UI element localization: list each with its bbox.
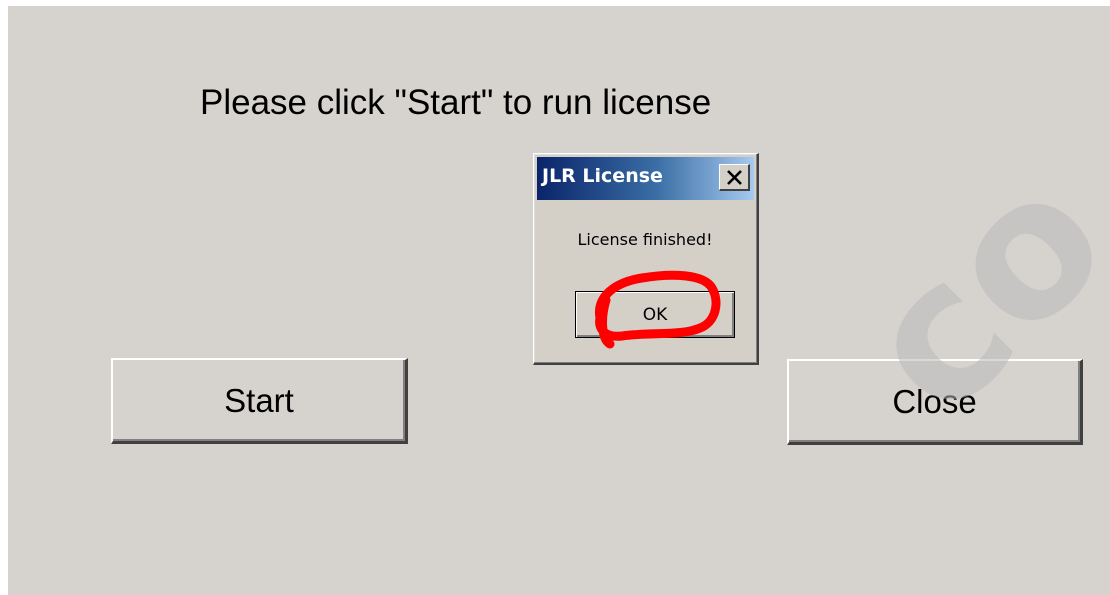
start-button[interactable]: Start xyxy=(111,358,408,444)
dialog-title: JLR License xyxy=(542,165,663,187)
dialog-close-button[interactable] xyxy=(719,164,750,191)
license-dialog: JLR License License finished! OK xyxy=(533,153,759,365)
close-x-icon xyxy=(726,169,742,185)
ok-button[interactable]: OK xyxy=(575,291,735,338)
instruction-text: Please click "Start" to run license xyxy=(200,83,712,122)
dialog-titlebar[interactable]: JLR License xyxy=(537,157,754,200)
close-button[interactable]: Close xyxy=(787,359,1083,445)
dialog-message: License finished! xyxy=(577,230,713,249)
